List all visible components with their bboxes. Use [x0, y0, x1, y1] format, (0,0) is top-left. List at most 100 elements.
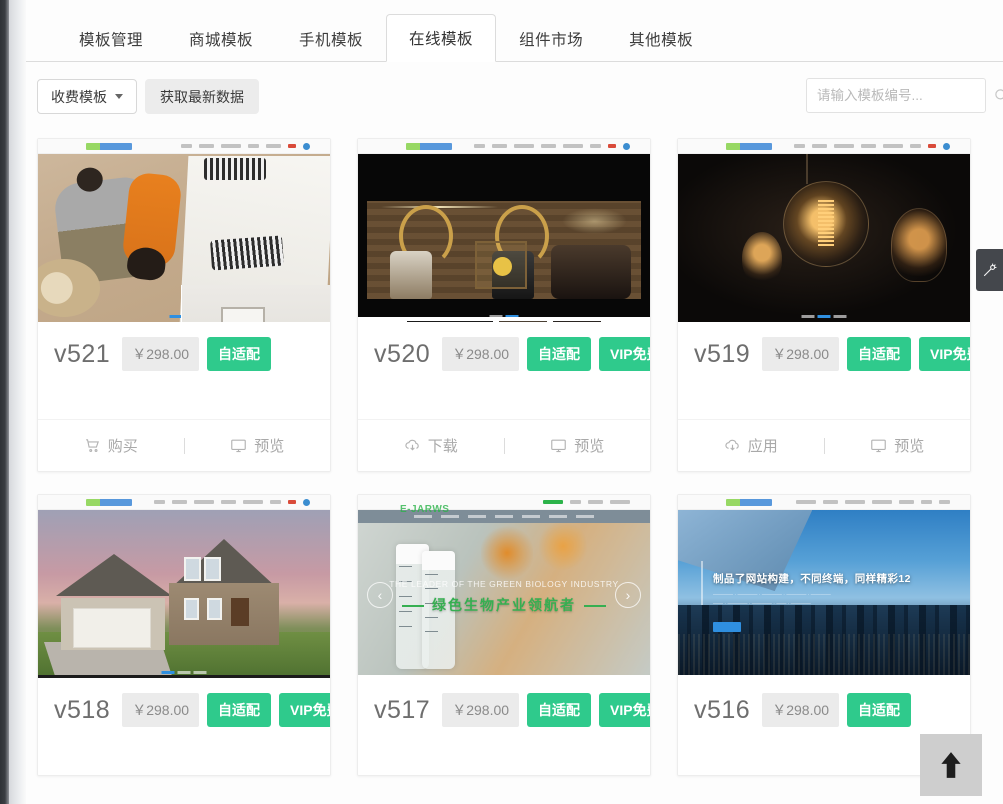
- thumbnail-hero: THE LEADER OF THE GREEN BIOLOGY INDUSTRY…: [358, 510, 650, 678]
- template-card[interactable]: 产品中心 v519 ￥298.00 自适配 VIP免费 应用: [677, 138, 971, 472]
- carousel-next-arrow[interactable]: ›: [615, 581, 641, 608]
- thumbnail-mini-nav: [358, 139, 650, 154]
- template-thumbnail[interactable]: 产品: [38, 139, 330, 323]
- preview-hero-sub: ———— · ———— · ———— · ———— · ———— —— · ———…: [713, 591, 831, 608]
- badge-responsive[interactable]: 自适配: [207, 693, 272, 727]
- carousel-prev-arrow[interactable]: ‹: [367, 581, 393, 608]
- search-input[interactable]: [817, 88, 994, 103]
- template-thumbnail[interactable]: E-JARWS THE LEADER OF THE GREEN BIOLOGY …: [358, 495, 650, 679]
- template-thumbnail[interactable]: 我们的产品 —————————— · ———————————————— · ——…: [38, 495, 330, 679]
- card-spacer: [358, 385, 650, 419]
- mini-nav-links: [543, 500, 630, 504]
- monitor-icon: [231, 439, 247, 453]
- tab-template-management[interactable]: 模板管理: [56, 14, 166, 62]
- mini-nav-links: [796, 500, 950, 504]
- preview-hero-chinese: 制品了网站构建，不同终端，同样精彩12: [713, 572, 911, 585]
- tab-online-template[interactable]: 在线模板: [386, 14, 497, 62]
- window-left-edge: [0, 0, 9, 804]
- mini-nav-links: [474, 142, 630, 150]
- badge-vip-free[interactable]: VIP免费: [919, 337, 970, 371]
- preview-action-label: 预览: [574, 438, 605, 455]
- download-action-label: 下载: [427, 438, 458, 455]
- badge-vip-free[interactable]: VIP免费: [599, 693, 650, 727]
- tab-mobile-template[interactable]: 手机模板: [276, 14, 386, 62]
- monitor-icon: [551, 439, 567, 453]
- paid-template-dropdown[interactable]: 收费模板: [37, 79, 137, 114]
- badge-responsive[interactable]: 自适配: [207, 337, 272, 371]
- card-spacer: [38, 741, 330, 775]
- preview-artwork-lab: THE LEADER OF THE GREEN BIOLOGY INDUSTRY…: [358, 510, 650, 678]
- preview-action[interactable]: 预览: [825, 420, 971, 471]
- carousel-dots[interactable]: [161, 671, 207, 674]
- thumbnail-hero: 我们的产品 —————————— · ———————————————— · ——…: [38, 510, 330, 678]
- badge-responsive[interactable]: 自适配: [527, 337, 592, 371]
- thumbnail-hero: [358, 154, 650, 322]
- site-logo: [726, 498, 772, 506]
- tab-label: 在线模板: [409, 31, 474, 48]
- template-card[interactable]: v520 ￥298.00 自适配 VIP免费 下载 预览: [357, 138, 651, 472]
- tab-mall-template[interactable]: 商城模板: [166, 14, 276, 62]
- badge-responsive[interactable]: 自适配: [527, 693, 592, 727]
- toolbar-buttons: 收费模板 获取最新数据: [37, 79, 259, 114]
- template-thumbnail[interactable]: 制品了网站构建，不同终端，同样精彩12 ———— · ———— · ———— ·…: [678, 495, 970, 679]
- tab-label: 模板管理: [79, 31, 144, 49]
- badge-responsive[interactable]: 自适配: [847, 337, 912, 371]
- fetch-latest-data-button[interactable]: 获取最新数据: [145, 79, 259, 114]
- arrow-up-icon: [941, 752, 961, 778]
- page-root: 模板管理 商城模板 手机模板 在线模板 组件市场 其他模板 收费模板 获取最新数…: [0, 0, 1003, 804]
- preview-action[interactable]: 预览: [185, 420, 331, 471]
- thumbnail-mini-nav: [38, 139, 330, 154]
- template-price: ￥298.00: [442, 337, 520, 371]
- preview-cta-button: [713, 621, 742, 632]
- thumbnail-hero: 产品: [38, 154, 330, 322]
- mini-nav-links: [181, 142, 310, 150]
- template-meta: v518 ￥298.00 自适配 VIP免费: [38, 679, 330, 741]
- monitor-icon: [871, 439, 887, 453]
- preview-hero-text: 制品了网站构建，不同终端，同样精彩12 ———— · ———— · ———— ·…: [713, 571, 941, 610]
- template-id: v518: [54, 695, 111, 724]
- template-id: v516: [694, 695, 751, 724]
- search-box[interactable]: [806, 78, 1003, 113]
- template-card[interactable]: E-JARWS THE LEADER OF THE GREEN BIOLOGY …: [357, 494, 651, 776]
- carousel-dots[interactable]: [801, 315, 847, 318]
- template-meta: v520 ￥298.00 自适配 VIP免费: [358, 323, 650, 385]
- thumbnail-hero: 产品中心: [678, 154, 970, 322]
- download-action[interactable]: 下载: [358, 420, 504, 471]
- card-spacer: [678, 385, 970, 419]
- chevron-down-icon: [115, 94, 123, 99]
- preview-action[interactable]: 预览: [505, 420, 651, 471]
- template-meta: v517 ￥298.00 自适配 VIP免费: [358, 679, 650, 741]
- preview-hero-chinese: 绿色生物产业领航者: [358, 595, 650, 615]
- buy-action[interactable]: 购买: [38, 420, 184, 471]
- template-card[interactable]: 产品 v521 ￥298.00 自适配 购买: [37, 138, 331, 472]
- back-to-top-button[interactable]: [920, 734, 982, 796]
- tab-component-market[interactable]: 组件市场: [496, 14, 606, 62]
- template-meta: v516 ￥298.00 自适配: [678, 679, 970, 741]
- side-panel-toggle[interactable]: [976, 249, 1003, 291]
- apply-action[interactable]: 应用: [678, 420, 824, 471]
- thumbnail-mini-nav: E-JARWS: [358, 495, 650, 515]
- tab-label: 商城模板: [189, 31, 254, 49]
- badge-responsive[interactable]: 自适配: [847, 693, 912, 727]
- badge-vip-free[interactable]: VIP免费: [599, 337, 650, 371]
- template-thumbnail[interactable]: [358, 139, 650, 323]
- template-id: v519: [694, 339, 751, 368]
- template-meta: v519 ￥298.00 自适配 VIP免费: [678, 323, 970, 385]
- badge-vip-free[interactable]: VIP免费: [279, 693, 330, 727]
- preview-artwork-bulbs: [678, 154, 970, 322]
- tab-other-template[interactable]: 其他模板: [606, 14, 716, 62]
- card-actions: 应用 预览: [678, 419, 970, 471]
- tab-bar-divider: [26, 61, 1003, 62]
- template-thumbnail[interactable]: 产品中心: [678, 139, 970, 323]
- template-card[interactable]: 我们的产品 —————————— · ———————————————— · ——…: [37, 494, 331, 776]
- thumbnail-mini-nav: [38, 495, 330, 510]
- template-id: v520: [374, 339, 431, 368]
- preview-artwork-dark-display: [358, 154, 650, 322]
- fetch-latest-data-label: 获取最新数据: [160, 88, 244, 105]
- cloud-download-icon: [725, 439, 739, 451]
- search-icon: [995, 89, 1003, 100]
- preview-action-label: 预览: [894, 438, 925, 455]
- card-actions: 下载 预览: [358, 419, 650, 471]
- tab-label: 手机模板: [299, 31, 364, 49]
- template-id: v521: [54, 339, 111, 368]
